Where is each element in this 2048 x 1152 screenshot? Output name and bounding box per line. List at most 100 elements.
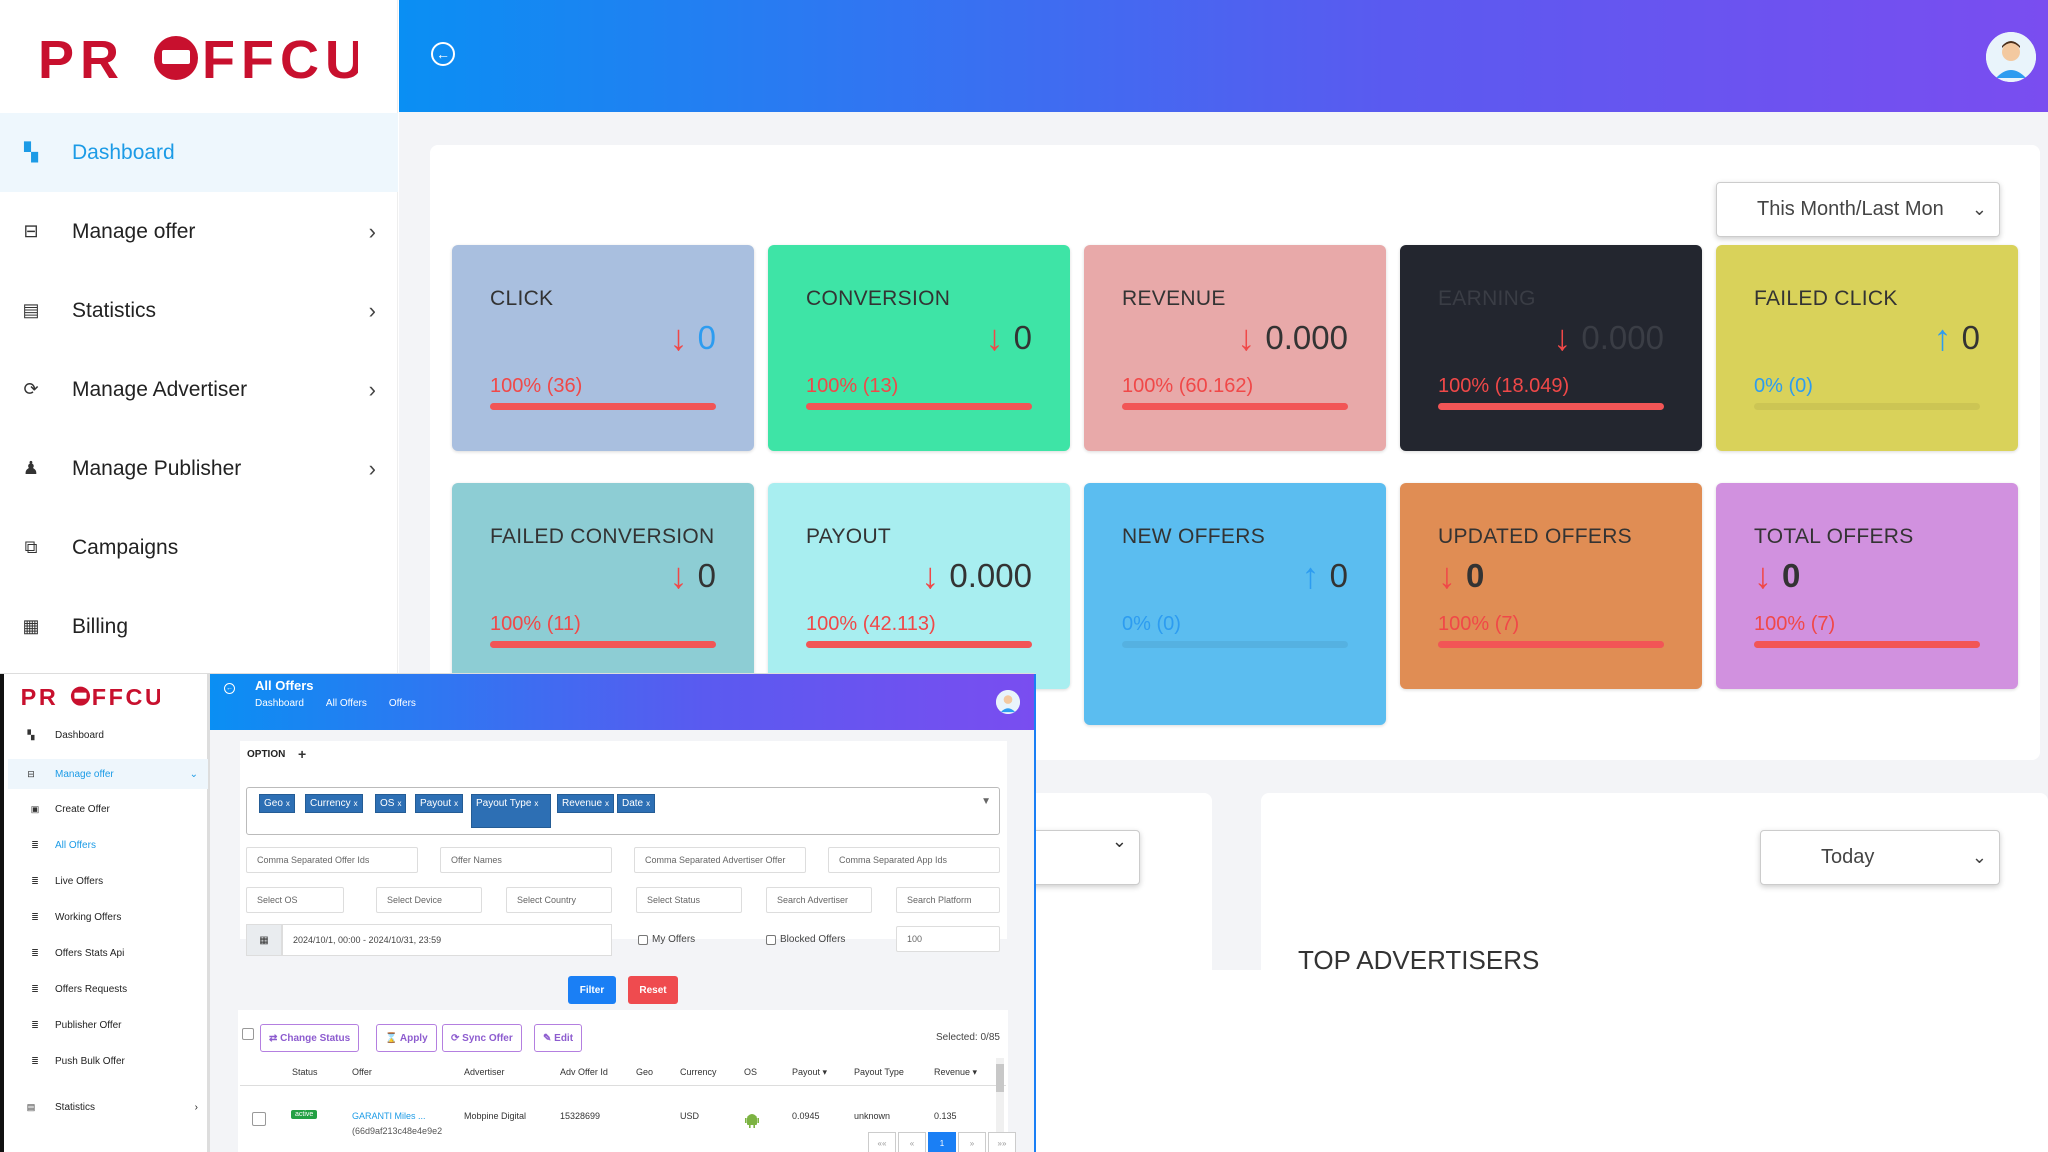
sidebar-item-label: All Offers (55, 839, 96, 851)
column-tag[interactable]: Geo x (259, 794, 295, 813)
offer-ids-input[interactable]: Comma Separated Offer Ids (246, 847, 418, 873)
sidebar-item-label: Create Offer (55, 803, 110, 815)
sidebar-item-billing[interactable]: ▦ Billing (0, 587, 398, 666)
sidebar-item-manage-offer[interactable]: ⊟ Manage offer › (0, 192, 398, 271)
period-select[interactable]: This Month/Last Mon ⌄ (1716, 182, 2000, 237)
column-header: Status (292, 1067, 318, 1077)
remove-tag-icon[interactable]: x (605, 799, 609, 808)
column-tag[interactable]: Date x (617, 794, 656, 813)
calendar-icon[interactable]: ▦ (246, 924, 282, 956)
inset-sidebar-item-offers-requests[interactable]: ≣ Offers Requests (8, 974, 208, 1004)
today-select[interactable]: Today ⌄ (1760, 830, 2000, 885)
inset-sidebar-item-working-offers[interactable]: ≣ Working Offers (8, 902, 208, 932)
column-header[interactable]: Revenue ▾ (934, 1067, 977, 1078)
collapse-sidebar-icon[interactable]: ← (224, 683, 235, 694)
pagination-button[interactable]: «« (868, 1132, 896, 1152)
all-offers-screenshot: PR FFCUS ▚ Dashboard ⊟ Manage offer ⌄ ▣ Create… (0, 673, 1036, 1152)
chevron-right-icon: › (194, 1101, 198, 1113)
sidebar-item-campaigns[interactable]: ⧉ Campaigns (0, 508, 398, 587)
adv-offer-input[interactable]: Comma Separated Advertiser Offer (634, 847, 806, 873)
column-tag[interactable]: Payout x (415, 794, 464, 813)
country-input[interactable]: Select Country (506, 887, 612, 913)
my-offers-checkbox[interactable]: My Offers (638, 934, 695, 945)
inset-sidebar-item-live-offers[interactable]: ≣ Live Offers (8, 866, 208, 896)
sidebar-item-statistics[interactable]: ▤ Statistics › (0, 271, 398, 350)
inset-sidebar-item-push-bulk-offer[interactable]: ≣ Push Bulk Offer (8, 1046, 208, 1076)
clipboard-icon: ▤ (22, 300, 40, 320)
card-title: PAYOUT (806, 525, 892, 548)
sync-offer-button[interactable]: ⟳ Sync Offer (442, 1024, 522, 1052)
card-progress-bar (1754, 641, 1980, 648)
remove-tag-icon[interactable]: x (354, 799, 358, 808)
add-option-icon[interactable]: + (298, 746, 306, 762)
breadcrumb-item[interactable]: All Offers (326, 698, 367, 709)
apply-button[interactable]: ⌛ Apply (376, 1024, 437, 1052)
inset-sidebar-item-create-offer[interactable]: ▣ Create Offer (8, 794, 208, 824)
offer-names-input[interactable]: Offer Names (440, 847, 612, 873)
device-input[interactable]: Select Device (376, 887, 482, 913)
sidebar-item-dashboard[interactable]: ▚ Dashboard (0, 113, 398, 192)
row-checkbox[interactable] (252, 1112, 266, 1126)
sidebar-item-label: Campaigns (72, 535, 179, 559)
user-avatar[interactable] (996, 690, 1020, 714)
chevron-down-icon: ⌄ (1971, 847, 1987, 867)
column-tag[interactable]: Currency x (305, 794, 363, 813)
pagination-button[interactable]: »» (988, 1132, 1016, 1152)
blocked-offers-checkbox[interactable]: Blocked Offers (766, 934, 845, 945)
column-tag[interactable]: Revenue x (557, 794, 615, 813)
inset-sidebar-item-publisher-offer[interactable]: ≣ Publisher Offer (8, 1010, 208, 1040)
pagination-button[interactable]: 1 (928, 1132, 956, 1152)
sidebar-item-manage-advertiser[interactable]: ⟳ Manage Advertiser › (0, 350, 398, 429)
date-range-input[interactable]: 2024/10/1, 00:00 - 2024/10/31, 23:59 (282, 924, 612, 956)
card-progress-bar (1438, 403, 1664, 410)
column-tag[interactable]: OS x (375, 794, 407, 813)
inset-sidebar-item-manage-offer[interactable]: ⊟ Manage offer ⌄ (8, 759, 208, 789)
offer-link[interactable]: GARANTI Miles ... (352, 1111, 426, 1121)
card-value: ↓ 0 (986, 317, 1032, 359)
breadcrumb-item[interactable]: Dashboard (255, 698, 304, 709)
pagination-button[interactable]: « (898, 1132, 926, 1152)
card-title: TOTAL OFFERS (1754, 525, 1914, 548)
sidebar-item-label: Statistics (55, 1101, 96, 1113)
inset-sidebar-item-offers-stats-api[interactable]: ≣ Offers Stats Api (8, 938, 208, 968)
user-avatar[interactable] (1986, 32, 2036, 82)
advertiser-input[interactable]: Search Advertiser (766, 887, 872, 913)
column-header: Currency (680, 1067, 717, 1077)
remove-tag-icon[interactable]: x (454, 799, 458, 808)
os-input[interactable]: Select OS (246, 887, 344, 913)
platform-input[interactable]: Search Platform (896, 887, 1000, 913)
filter-button[interactable]: Filter (568, 976, 616, 1004)
breadcrumb: Dashboard All Offers Offers (255, 698, 416, 709)
remove-tag-icon[interactable]: x (646, 799, 650, 808)
column-tag[interactable]: Payout Type x (471, 794, 551, 828)
chart-select[interactable]: ⌄ (1030, 830, 1140, 885)
inset-sidebar-item-statistics[interactable]: ▤ Statistics › (8, 1092, 208, 1122)
sidebar-item-label: Offers Requests (55, 983, 128, 995)
reset-button[interactable]: Reset (628, 976, 678, 1004)
select-all-checkbox[interactable] (242, 1028, 254, 1040)
remove-tag-icon[interactable]: x (286, 799, 290, 808)
stat-card-earning: EARNING ↓ 0.000 100% (18.049) (1400, 245, 1702, 451)
column-select[interactable]: ▼ Geo x Currency x OS x Payout x Payout Type x Rev… (246, 787, 1000, 835)
pagination-button[interactable]: » (958, 1132, 986, 1152)
sidebar-item-manage-publisher[interactable]: ♟ Manage Publisher › (0, 429, 398, 508)
breadcrumb-item: Offers (388, 698, 416, 709)
offer-icon: ⊟ (27, 768, 35, 779)
app-ids-input[interactable]: Comma Separated App Ids (828, 847, 1000, 873)
status-input[interactable]: Select Status (636, 887, 742, 913)
collapse-sidebar-icon[interactable]: ← (431, 42, 455, 66)
column-tag-label: Geo (264, 798, 283, 809)
change-status-button[interactable]: ⇄ Change Status (260, 1024, 360, 1052)
edit-button[interactable]: ✎ Edit (534, 1024, 583, 1052)
remove-tag-icon[interactable]: x (534, 799, 538, 808)
inset-sidebar-item-all-offers[interactable]: ≣ All Offers (8, 830, 208, 860)
inset-sidebar-item-dashboard[interactable]: ▚ Dashboard (8, 720, 208, 750)
column-header[interactable]: Payout ▾ (792, 1067, 827, 1078)
card-percent: 100% (13) (806, 375, 899, 397)
remove-tag-icon[interactable]: x (397, 799, 401, 808)
sidebar-item-label: Live Offers (55, 875, 104, 887)
sidebar-item-label: Publisher Offer (55, 1019, 122, 1031)
chevron-down-icon: ⌄ (1971, 199, 1987, 219)
proffcus-logo: PR FFCUS (21, 684, 160, 710)
limit-input[interactable]: 100 (896, 926, 1000, 952)
